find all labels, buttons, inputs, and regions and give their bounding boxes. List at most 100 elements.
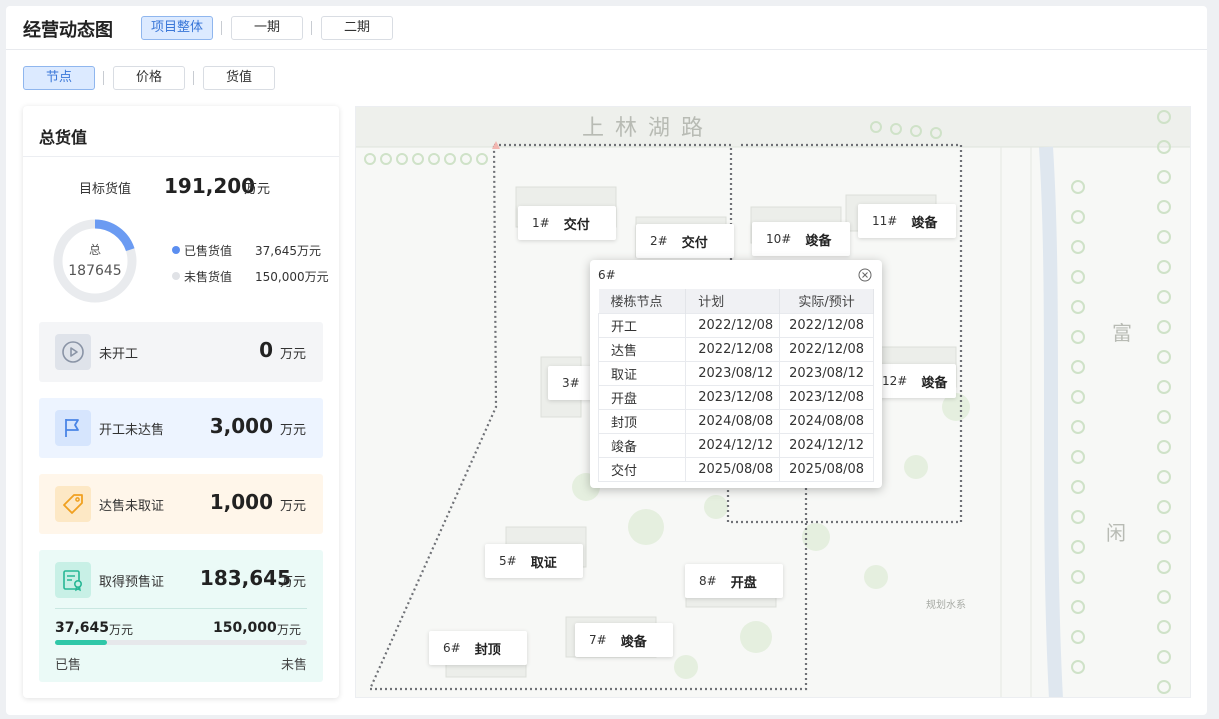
tab-phase-2[interactable]: 二期	[321, 16, 393, 40]
tab-separator	[311, 21, 312, 35]
node-name: 开工	[597, 312, 687, 337]
building-marker-7[interactable]: 7# 竣备	[575, 623, 673, 657]
legend-unsold-dot	[172, 272, 180, 280]
certificate-icon	[55, 562, 91, 598]
legend-unsold-label: 未售货值	[184, 270, 233, 284]
summary-panel: 总货值 目标货值 191,200 万元 总 187645 已售货值 37,645…	[23, 106, 339, 698]
subtab-value[interactable]: 货值	[203, 66, 275, 90]
water-label: 规划水系	[926, 600, 966, 611]
building-marker-5[interactable]: 5# 取证	[485, 544, 583, 578]
planned-date: 2023/12/08	[685, 384, 781, 409]
planned-date: 2022/12/08	[685, 336, 781, 361]
stat-unit: 万元	[279, 499, 306, 514]
map-side-label: 闲	[1106, 521, 1126, 545]
node-name: 交付	[597, 456, 687, 482]
subtab-separator	[103, 71, 104, 85]
node-name: 竣备	[597, 432, 687, 457]
stat-card-presale-cert: 取得预售证 183,645 万元 37,645 万元 150,000 万元 已售…	[39, 550, 323, 682]
stat-value: 1,000	[209, 490, 273, 514]
stat-label: 达售未取证	[99, 499, 165, 514]
building-number: 3#	[562, 376, 580, 390]
actual-date: 2023/12/08	[779, 384, 874, 409]
building-marker-11[interactable]: 11# 竣备	[858, 204, 956, 238]
node-schedule-table: 楼栋节点 计划 实际/预计 开工 2022/12/08 2022/12/08 达…	[597, 289, 874, 482]
building-marker-8[interactable]: 8# 开盘	[685, 564, 783, 598]
table-row: 封顶 2024/08/08 2024/08/08	[597, 408, 874, 433]
presale-sold-unit: 万元	[109, 623, 134, 637]
legend-sold-value: 37,645万元	[255, 244, 321, 258]
planned-date: 2025/08/08	[685, 456, 781, 482]
column-header: 楼栋节点	[598, 289, 687, 313]
stat-value: 0	[259, 338, 273, 362]
table-row: 取证 2023/08/12 2023/08/12	[597, 360, 874, 385]
presale-unit: 万元	[279, 575, 306, 590]
stat-value: 3,000	[209, 414, 273, 438]
building-marker-6[interactable]: 6# 封顶	[429, 631, 527, 665]
building-status: 竣备	[620, 634, 647, 650]
building-number: 6#	[443, 641, 461, 655]
divider	[55, 608, 307, 609]
stat-card-started-not-sale: 开工未达售 3,000 万元	[39, 398, 323, 458]
flag-icon	[55, 410, 91, 446]
donut-center-value: 187645	[68, 263, 122, 279]
building-detail-popup: 6# 楼栋节点 计划 实际/预计 开工 2022/12/08 2022/12/0…	[590, 260, 882, 488]
subtab-separator	[193, 71, 194, 85]
node-name: 达售	[597, 336, 687, 361]
node-name: 开盘	[597, 384, 687, 409]
tab-phase-1[interactable]: 一期	[231, 16, 303, 40]
building-status: 交付	[563, 217, 590, 233]
building-status: 竣备	[911, 215, 938, 231]
play-circle-icon	[55, 334, 91, 370]
stat-unit: 万元	[279, 347, 306, 362]
building-marker-10[interactable]: 10# 竣备	[752, 222, 850, 256]
popup-title: 6#	[598, 268, 616, 282]
building-number: 10#	[766, 232, 792, 246]
divider	[23, 156, 339, 157]
building-status: 竣备	[921, 375, 948, 391]
planned-date: 2024/12/12	[685, 432, 781, 457]
page-title: 经营动态图	[23, 20, 113, 41]
stat-label: 未开工	[99, 347, 139, 362]
table-row: 达售 2022/12/08 2022/12/08	[597, 336, 874, 361]
presale-unsold-value: 150,000	[213, 620, 277, 636]
building-status: 交付	[681, 235, 708, 251]
presale-sold-value: 37,645	[55, 620, 110, 636]
actual-date: 2022/12/08	[779, 336, 874, 361]
header: 经营动态图 项目整体 一期 二期	[6, 6, 1207, 50]
column-header: 计划	[685, 289, 781, 313]
target-value: 191,200	[164, 174, 256, 198]
donut-center-label: 总	[88, 243, 101, 257]
legend-sold-label: 已售货值	[184, 244, 233, 258]
planned-date: 2023/08/12	[685, 360, 781, 385]
presale-label: 取得预售证	[99, 575, 165, 590]
target-value-unit: 万元	[244, 182, 271, 197]
legend-unsold-value: 150,000万元	[255, 270, 329, 284]
subtab-nodes[interactable]: 节点	[23, 66, 95, 90]
building-marker-1[interactable]: 1# 交付	[518, 206, 616, 240]
presale-unsold-unit: 万元	[277, 623, 302, 637]
building-marker-2[interactable]: 2# 交付	[636, 224, 734, 258]
presale-progress-bar	[55, 640, 307, 645]
presale-sold-caption: 已售	[55, 658, 82, 673]
table-header-row: 楼栋节点 计划 实际/预计	[598, 289, 874, 313]
actual-date: 2024/08/08	[779, 408, 874, 433]
node-name: 取证	[597, 360, 687, 385]
subtab-price[interactable]: 价格	[113, 66, 185, 90]
stat-card-not-started: 未开工 0 万元	[39, 322, 323, 382]
summary-title: 总货值	[39, 128, 88, 147]
table-row: 开盘 2023/12/08 2023/12/08	[597, 384, 874, 409]
building-number: 1#	[532, 216, 550, 230]
actual-date: 2022/12/08	[779, 312, 874, 337]
stat-label: 开工未达售	[99, 423, 165, 438]
tab-project-overall[interactable]: 项目整体	[141, 16, 213, 40]
presale-unsold-caption: 未售	[280, 658, 307, 673]
building-number: 11#	[872, 214, 898, 228]
planned-date: 2022/12/08	[685, 312, 781, 337]
building-number: 12#	[882, 374, 908, 388]
actual-date: 2024/12/12	[779, 432, 874, 457]
building-status: 取证	[530, 555, 557, 571]
main-card: 经营动态图 项目整体 一期 二期 节点 价格 货值 总货值 目标货值 191,2…	[6, 6, 1207, 715]
node-name: 封顶	[597, 408, 687, 433]
tab-separator	[221, 21, 222, 35]
close-icon[interactable]	[858, 268, 872, 282]
